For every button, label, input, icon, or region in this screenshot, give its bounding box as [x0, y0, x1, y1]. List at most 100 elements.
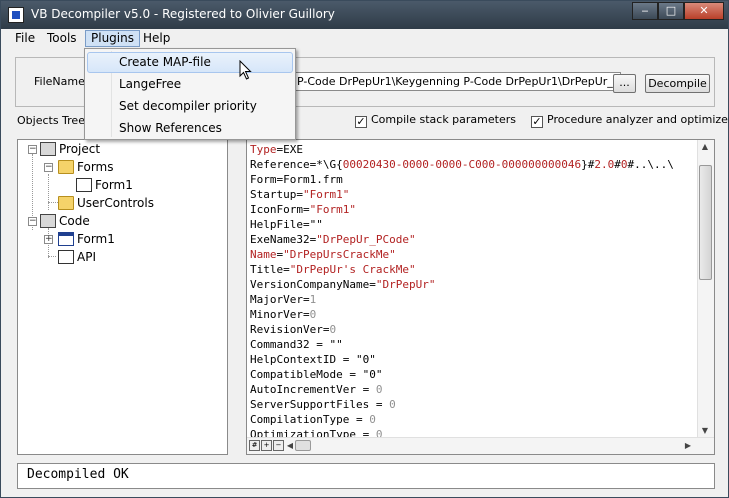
window-title: VB Decompiler v5.0 - Registered to Olivi…: [31, 7, 335, 21]
code-line: Title="DrPepUr's CrackMe": [250, 262, 416, 277]
collapse-icon[interactable]: −: [28, 217, 37, 226]
code-token: "DrPepUrsCrackMe": [283, 248, 396, 261]
code-token: "Form1": [309, 203, 356, 216]
pane-splitter[interactable]: [228, 139, 246, 455]
decompile-button[interactable]: Decompile: [645, 74, 710, 93]
tree-node-code[interactable]: Code: [40, 213, 90, 229]
code-token: HelpContextID = "0": [250, 353, 376, 366]
code-token: #..\..\: [627, 158, 674, 171]
horizontal-scrollbar[interactable]: # + − ◀ ▶: [247, 437, 714, 454]
procedure-analyzer-checkbox[interactable]: ✓ Procedure analyzer and optimizer: [531, 113, 729, 128]
scroll-down-icon[interactable]: ▼: [698, 426, 712, 435]
code-token: ServerSupportFiles =: [250, 398, 390, 411]
code-token: AutoIncrementVer =: [250, 383, 376, 396]
code-token: Title=: [250, 263, 290, 276]
collapse-icon[interactable]: −: [28, 145, 37, 154]
code-token: ExeName32=: [250, 233, 317, 246]
form-icon: [58, 232, 74, 246]
checkmark-icon: ✓: [355, 115, 367, 128]
code-line: IconForm="Form1": [250, 202, 356, 217]
form-file-icon: [76, 178, 92, 192]
scroll-right-icon[interactable]: ▶: [683, 441, 693, 450]
compile-stack-parameters-checkbox[interactable]: ✓ Compile stack parameters: [355, 113, 516, 128]
vertical-scrollbar[interactable]: ▲ ▼: [697, 140, 714, 438]
code-token: 0: [620, 158, 628, 171]
plugins-dropdown-menu: Create MAP-file LangeFree Set decompiler…: [84, 48, 296, 140]
code-line: Reference=*\G{00020430-0000-0000-C000-00…: [250, 157, 674, 172]
code-line: HelpFile="": [250, 217, 323, 232]
code-token: #: [614, 158, 621, 171]
code-token: 1: [309, 293, 317, 306]
code-icon: [40, 214, 56, 228]
code-token: 0: [369, 413, 376, 426]
code-token: 2.0: [594, 158, 615, 171]
collapse-all-icon[interactable]: −: [273, 440, 284, 451]
code-token: CompilationType =: [250, 413, 370, 426]
code-line: AutoIncrementVer = 0: [250, 382, 382, 397]
code-line: CompatibleMode = "0": [250, 367, 382, 382]
menu-item-langefree[interactable]: LangeFree: [87, 74, 293, 95]
code-token: Command32 = "": [250, 338, 343, 351]
menu-bar: File Tools Plugins Help: [2, 29, 722, 49]
code-token: MinorVer=: [250, 308, 310, 321]
tree-node-project[interactable]: Project: [40, 141, 100, 157]
filename-input[interactable]: P-Code DrPepUr1\Keygenning P-Code DrPepU…: [293, 72, 621, 91]
browse-button[interactable]: ...: [613, 74, 636, 93]
scroll-left-icon[interactable]: ◀: [285, 441, 295, 450]
vertical-scroll-thumb[interactable]: [699, 165, 712, 280]
menu-plugins[interactable]: Plugins: [85, 30, 140, 47]
menu-tools[interactable]: Tools: [42, 30, 82, 47]
code-token: CompatibleMode = "0": [250, 368, 383, 381]
objects-tree[interactable]: − Project − Forms Form1 UserControls − C…: [17, 139, 228, 455]
minimize-button[interactable]: ‒: [632, 2, 658, 20]
menu-item-create-map-file[interactable]: Create MAP-file: [87, 52, 293, 73]
tree-node-usercontrols[interactable]: UserControls: [58, 195, 154, 211]
close-button[interactable]: ✕: [684, 2, 724, 20]
procedure-analyzer-label: Procedure analyzer and optimizer: [547, 113, 729, 126]
horizontal-scroll-thumb[interactable]: [295, 440, 311, 451]
code-token: 0: [389, 398, 396, 411]
code-view[interactable]: Type=EXE Reference=*\G{00020430-0000-0000…: [246, 139, 715, 455]
menu-file[interactable]: File: [10, 30, 40, 47]
code-line: RevisionVer=0: [250, 322, 336, 337]
code-token: }#: [581, 158, 595, 171]
code-line: ExeName32="DrPepUr_PCode": [250, 232, 416, 247]
code-token: Form=Form1.frm: [250, 173, 343, 186]
code-line: Command32 = "": [250, 337, 343, 352]
api-icon: [58, 250, 74, 264]
code-token: 0: [309, 308, 317, 321]
tree-node-api[interactable]: API: [58, 249, 96, 265]
code-token: "Form1": [302, 188, 350, 201]
status-box: Decompiled OK: [17, 463, 715, 489]
code-token: IconForm=: [250, 203, 310, 216]
code-line: ServerSupportFiles = 0: [250, 397, 396, 412]
menu-item-set-decompiler-priority[interactable]: Set decompiler priority: [87, 96, 293, 117]
title-bar[interactable]: VB Decompiler v5.0 - Registered to Olivi…: [1, 1, 728, 29]
code-line: VersionCompanyName="DrPepUr": [250, 277, 435, 292]
maximize-button[interactable]: □: [658, 2, 684, 20]
menu-item-show-references[interactable]: Show References: [87, 118, 293, 139]
tree-node-forms[interactable]: Forms: [58, 159, 113, 175]
code-line: HelpContextID = "0": [250, 352, 376, 367]
line-numbers-icon[interactable]: #: [249, 440, 260, 451]
folder-icon: [58, 160, 74, 174]
scroll-up-icon[interactable]: ▲: [698, 142, 712, 151]
tree-node-form1-code[interactable]: Form1: [58, 231, 115, 247]
objects-tree-label: Objects Tree:: [17, 114, 89, 127]
expand-icon[interactable]: +: [44, 235, 53, 244]
code-token: Reference=*\G{: [250, 158, 343, 171]
main-window: VB Decompiler v5.0 - Registered to Olivi…: [0, 0, 729, 498]
code-token: VersionCompanyName=: [250, 278, 376, 291]
collapse-icon[interactable]: −: [44, 163, 53, 172]
code-line: Startup="Form1": [250, 187, 349, 202]
code-token: Type: [250, 143, 277, 156]
tree-node-form1-file[interactable]: Form1: [76, 177, 133, 193]
code-token: Startup=: [250, 188, 303, 201]
code-line: Form=Form1.frm: [250, 172, 343, 187]
menu-help[interactable]: Help: [138, 30, 175, 47]
expand-all-icon[interactable]: +: [261, 440, 272, 451]
code-line: Name="DrPepUrsCrackMe": [250, 247, 396, 262]
app-icon: [8, 7, 24, 23]
code-line: MajorVer=1: [250, 292, 316, 307]
code-token: MajorVer=: [250, 293, 310, 306]
